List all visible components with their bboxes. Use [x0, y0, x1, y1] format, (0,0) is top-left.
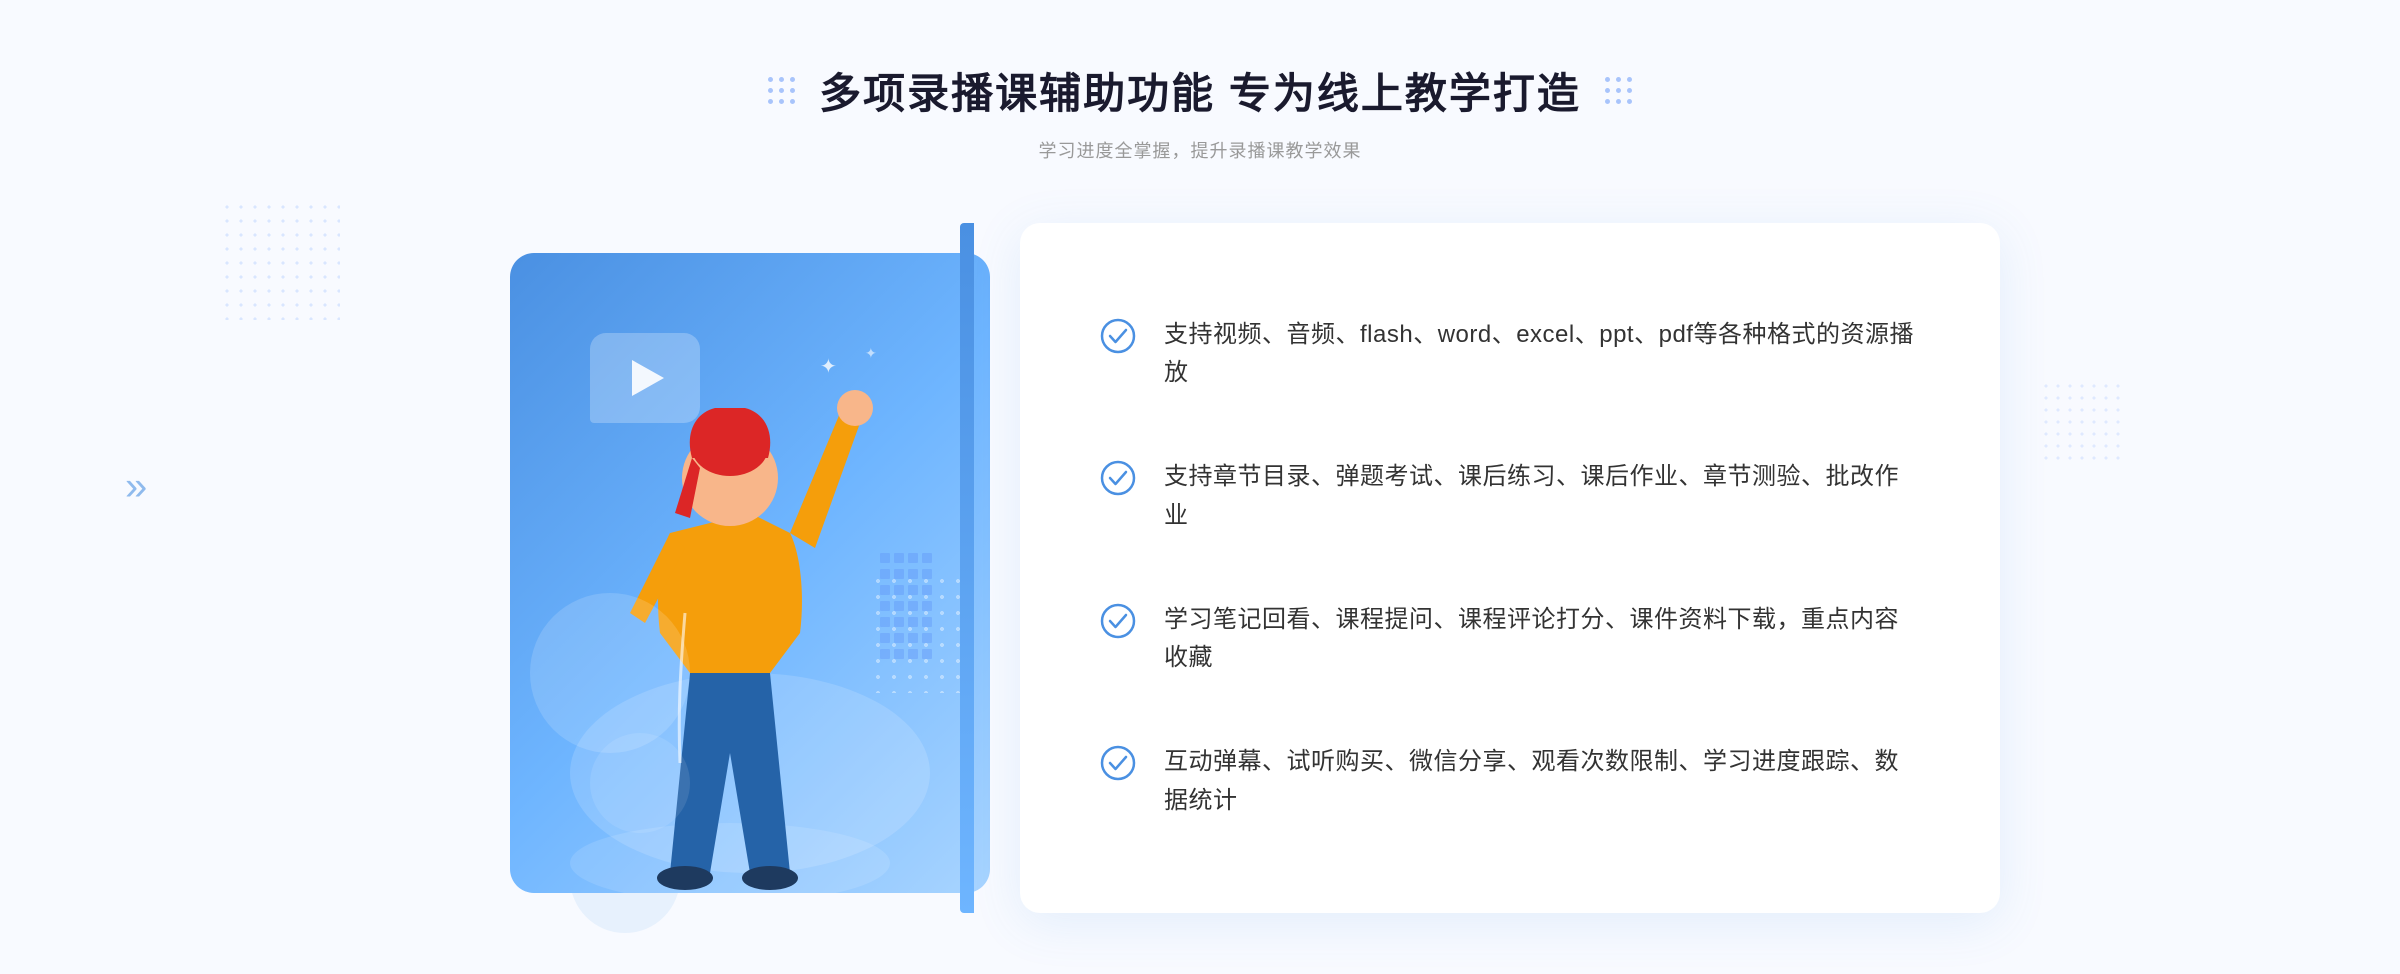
dots-decoration-left [220, 200, 340, 320]
blue-bg-card: ✦ ✦ [510, 253, 990, 893]
title-row: 多项录播课辅助功能 专为线上教学打造 [768, 60, 1632, 121]
deco-circle-inner-1 [530, 593, 690, 753]
feature-item-1: 支持视频、音频、flash、word、excel、ppt、pdf等各种格式的资源… [1100, 296, 1920, 413]
illustration-area: ✦ ✦ [460, 223, 1040, 943]
dots-decoration-right [2040, 380, 2120, 460]
title-dots-left [768, 77, 795, 104]
subtitle: 学习进度全掌握，提升录播课教学效果 [1038, 137, 1361, 163]
feature-item-3: 学习笔记回看、课程提问、课程评论打分、课件资料下载，重点内容收藏 [1100, 581, 1920, 698]
header-section: 多项录播课辅助功能 专为线上教学打造 [768, 60, 1632, 163]
accent-bar [960, 223, 974, 913]
stripes-decoration [880, 553, 940, 633]
main-content: ✦ ✦ [460, 223, 1940, 943]
svg-text:✦: ✦ [820, 356, 837, 378]
feature-item-4: 互动弹幕、试听购买、微信分享、观看次数限制、学习进度跟踪、数据统计 [1100, 723, 1920, 840]
features-panel: 支持视频、音频、flash、word、excel、ppt、pdf等各种格式的资源… [1020, 223, 2000, 913]
feature-text-1: 支持视频、音频、flash、word、excel、ppt、pdf等各种格式的资源… [1164, 316, 1920, 393]
feature-text-4: 互动弹幕、试听购买、微信分享、观看次数限制、学习进度跟踪、数据统计 [1164, 743, 1920, 820]
nav-arrow-left[interactable]: » [125, 465, 147, 510]
check-circle-icon-1 [1100, 318, 1136, 354]
check-circle-icon-3 [1100, 603, 1136, 639]
feature-item-2: 支持章节目录、弹题考试、课后练习、课后作业、章节测验、批改作业 [1100, 438, 1920, 555]
deco-circle-inner-2 [590, 733, 690, 833]
feature-text-2: 支持章节目录、弹题考试、课后练习、课后作业、章节测验、批改作业 [1164, 458, 1920, 535]
check-circle-icon-2 [1100, 460, 1136, 496]
check-circle-icon-4 [1100, 745, 1136, 781]
feature-text-3: 学习笔记回看、课程提问、课程评论打分、课件资料下载，重点内容收藏 [1164, 601, 1920, 678]
page-container: » 多项录播课 [0, 0, 2400, 974]
title-dots-right [1605, 77, 1632, 104]
main-title: 多项录播课辅助功能 专为线上教学打造 [819, 60, 1581, 121]
svg-text:✦: ✦ [865, 345, 877, 361]
